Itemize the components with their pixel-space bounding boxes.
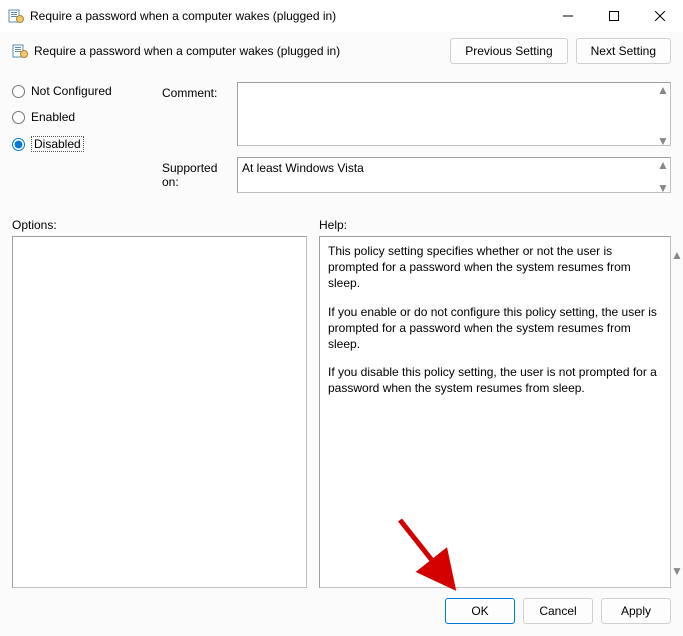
radio-not-configured-input[interactable] bbox=[12, 85, 25, 98]
radio-disabled[interactable]: Disabled bbox=[12, 136, 162, 152]
supported-textarea bbox=[237, 157, 671, 193]
help-paragraph: This policy setting specifies whether or… bbox=[328, 243, 662, 292]
cancel-button[interactable]: Cancel bbox=[523, 598, 593, 624]
ok-button[interactable]: OK bbox=[445, 598, 515, 624]
options-panel-col: Options: bbox=[12, 218, 307, 588]
app-icon bbox=[8, 8, 24, 24]
state-radio-group: Not Configured Enabled Disabled bbox=[12, 82, 162, 204]
maximize-button[interactable] bbox=[591, 0, 637, 32]
scroll-up-icon[interactable]: ▲ bbox=[657, 84, 669, 96]
titlebar: Require a password when a computer wakes… bbox=[0, 0, 683, 32]
outer-scrollbar[interactable]: ▲ ▼ bbox=[671, 248, 683, 578]
panels-row: Options: Help: This policy setting speci… bbox=[12, 218, 671, 588]
content: Require a password when a computer wakes… bbox=[0, 32, 683, 636]
help-paragraph: If you disable this policy setting, the … bbox=[328, 364, 662, 396]
close-button[interactable] bbox=[637, 0, 683, 32]
radio-not-configured-label: Not Configured bbox=[31, 84, 112, 98]
comment-row: Comment: ▲ ▼ bbox=[162, 82, 671, 149]
policy-title: Require a password when a computer wakes… bbox=[34, 44, 450, 58]
config-row: Not Configured Enabled Disabled Comment:… bbox=[12, 82, 671, 204]
next-setting-button[interactable]: Next Setting bbox=[576, 38, 671, 64]
scroll-down-icon[interactable]: ▼ bbox=[657, 182, 669, 194]
radio-disabled-label: Disabled bbox=[31, 136, 84, 152]
options-label: Options: bbox=[12, 218, 307, 232]
window-title: Require a password when a computer wakes… bbox=[30, 9, 545, 23]
fields: Comment: ▲ ▼ Supported on: ▲ ▼ bbox=[162, 82, 671, 204]
help-panel-col: Help: This policy setting specifies whet… bbox=[319, 218, 671, 588]
scroll-up-icon[interactable]: ▲ bbox=[671, 248, 683, 262]
radio-enabled-label: Enabled bbox=[31, 110, 75, 124]
options-box bbox=[12, 236, 307, 588]
scroll-up-icon[interactable]: ▲ bbox=[657, 159, 669, 171]
radio-not-configured[interactable]: Not Configured bbox=[12, 84, 162, 98]
help-paragraph: If you enable or do not configure this p… bbox=[328, 304, 662, 353]
radio-enabled-input[interactable] bbox=[12, 111, 25, 124]
policy-icon bbox=[12, 43, 28, 59]
comment-label: Comment: bbox=[162, 82, 237, 149]
supported-row: Supported on: ▲ ▼ bbox=[162, 157, 671, 196]
help-box: This policy setting specifies whether or… bbox=[319, 236, 671, 588]
scroll-down-icon[interactable]: ▼ bbox=[671, 564, 683, 578]
help-label: Help: bbox=[319, 218, 671, 232]
supported-label: Supported on: bbox=[162, 157, 237, 196]
radio-disabled-input[interactable] bbox=[12, 138, 25, 151]
scroll-down-icon[interactable]: ▼ bbox=[657, 135, 669, 147]
previous-setting-button[interactable]: Previous Setting bbox=[450, 38, 567, 64]
minimize-button[interactable] bbox=[545, 0, 591, 32]
header-row: Require a password when a computer wakes… bbox=[12, 38, 671, 64]
window-controls bbox=[545, 0, 683, 32]
footer: OK Cancel Apply bbox=[12, 588, 671, 624]
apply-button[interactable]: Apply bbox=[601, 598, 671, 624]
radio-enabled[interactable]: Enabled bbox=[12, 110, 162, 124]
comment-textarea[interactable] bbox=[237, 82, 671, 146]
